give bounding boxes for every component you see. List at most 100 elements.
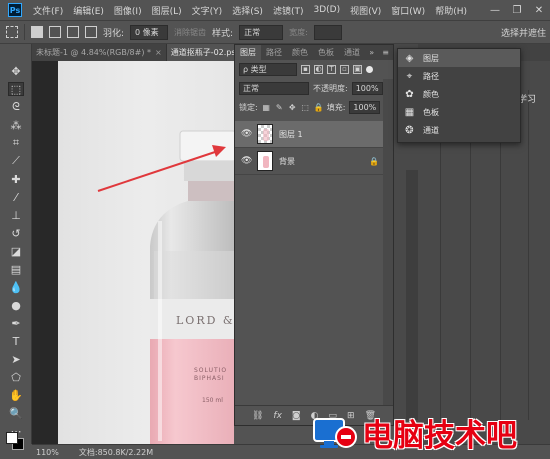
lock-transparency-icon[interactable]: ▦: [262, 103, 271, 112]
shape-tool-icon[interactable]: ⬠: [8, 370, 24, 384]
close-icon[interactable]: ×: [155, 48, 162, 57]
menu-help[interactable]: 帮助(H): [430, 4, 472, 17]
divider: [24, 24, 25, 40]
lock-label: 锁定:: [239, 103, 258, 112]
blur-tool-icon[interactable]: 💧: [8, 280, 24, 294]
fill-input[interactable]: 100%: [349, 101, 381, 114]
width-input[interactable]: [313, 24, 342, 40]
fx-icon[interactable]: fx: [273, 411, 282, 421]
canvas-area[interactable]: LORD & B SOLUTIO BIPHASI 150 ml: [32, 61, 234, 444]
zoom-tool-icon[interactable]: 🔍: [8, 406, 24, 420]
channels-icon: ❂: [405, 124, 414, 136]
menu-view[interactable]: 视图(V): [345, 4, 386, 17]
healing-brush-tool-icon[interactable]: ✚: [8, 172, 24, 186]
panel-tabs: 图层 路径 颜色 色板 通道 » ≡: [235, 45, 393, 60]
menu-filter[interactable]: 滤镜(T): [268, 4, 309, 17]
select-mask-button[interactable]: 选择并遮住: [501, 26, 546, 39]
visibility-eye-icon[interactable]: 👁: [241, 156, 252, 166]
filter-kind-select[interactable]: ρ 类型: [239, 63, 297, 76]
opacity-input[interactable]: 100%: [351, 82, 383, 95]
tab-color[interactable]: 颜色: [287, 47, 313, 58]
layers-scrollbar[interactable]: [383, 79, 393, 405]
tab-layers[interactable]: 图层: [235, 45, 261, 60]
minimize-button[interactable]: —: [484, 0, 506, 20]
marquee-preset-icon[interactable]: [6, 26, 18, 38]
lasso-tool-icon[interactable]: ᘓ: [8, 100, 24, 114]
new-selection-icon[interactable]: [31, 26, 43, 38]
dodge-tool-icon[interactable]: ●: [8, 298, 24, 312]
lock-all-icon[interactable]: 🔒: [314, 103, 324, 112]
clone-stamp-tool-icon[interactable]: ⊥: [8, 208, 24, 222]
layer-row[interactable]: 👁 图层 1: [235, 121, 393, 148]
menu-image[interactable]: 图像(I): [109, 4, 147, 17]
history-brush-tool-icon[interactable]: ↺: [8, 226, 24, 240]
magic-wand-tool-icon[interactable]: ⁂: [8, 118, 24, 132]
move-tool-icon[interactable]: ✥: [8, 64, 24, 78]
path-selection-tool-icon[interactable]: ➤: [8, 352, 24, 366]
mask-icon[interactable]: ◙: [292, 411, 301, 421]
filter-toggle-icon[interactable]: [366, 66, 373, 73]
filter-pixel-icon[interactable]: ▪: [301, 65, 310, 74]
filter-shape-icon[interactable]: ▫: [340, 65, 349, 74]
hand-tool-icon[interactable]: ✋: [8, 388, 24, 402]
marquee-tool-icon[interactable]: ⬚: [8, 82, 24, 96]
filter-smart-object-icon[interactable]: ▣: [353, 65, 362, 74]
menu-edit[interactable]: 编辑(E): [68, 4, 109, 17]
lock-artboard-icon[interactable]: ⬚: [301, 103, 310, 112]
crop-tool-icon[interactable]: ⌗: [8, 136, 24, 150]
lock-pixels-icon[interactable]: ✎: [275, 103, 284, 112]
menu-file[interactable]: 文件(F): [28, 4, 68, 17]
style-select[interactable]: 正常: [239, 24, 284, 40]
close-button[interactable]: ✕: [528, 0, 550, 20]
filter-adjustment-icon[interactable]: ◐: [314, 65, 323, 74]
menu-type[interactable]: 文字(Y): [187, 4, 228, 17]
menu-window[interactable]: 窗口(W): [386, 4, 430, 17]
brush-tool-icon[interactable]: ⁄: [8, 190, 24, 204]
eraser-tool-icon[interactable]: ◪: [8, 244, 24, 258]
menu-item-paths[interactable]: ⌖ 路径: [398, 67, 520, 85]
antialias-checkbox[interactable]: 消除锯齿: [174, 27, 206, 38]
feather-input[interactable]: 0 像素: [130, 24, 169, 40]
intersect-selection-icon[interactable]: [85, 26, 97, 38]
menu-item-color[interactable]: ✿ 颜色: [398, 85, 520, 103]
right-scrollbar[interactable]: [406, 170, 418, 420]
pen-tool-icon[interactable]: ✒: [8, 316, 24, 330]
layer-name[interactable]: 图层 1: [279, 129, 303, 140]
add-selection-icon[interactable]: [49, 26, 61, 38]
menu-item-label: 通道: [423, 125, 439, 135]
doc-tab-untitled[interactable]: 未标题-1 @ 4.84%(RGB/8#) * ×: [32, 44, 167, 61]
eyedropper-tool-icon[interactable]: ⟋: [8, 154, 24, 168]
menu-layer[interactable]: 图层(L): [147, 4, 187, 17]
foreground-color-swatch[interactable]: [6, 432, 18, 444]
visibility-eye-icon[interactable]: 👁: [241, 129, 252, 139]
feather-label: 羽化:: [103, 28, 125, 39]
document-tabs: 未标题-1 @ 4.84%(RGB/8#) * × 通道抠瓶子-02.psd: [32, 44, 246, 61]
paths-icon: ⌖: [406, 70, 413, 82]
lock-position-icon[interactable]: ✥: [288, 103, 297, 112]
type-tool-icon[interactable]: T: [8, 334, 24, 348]
photoshop-logo-icon: Ps: [8, 3, 22, 17]
tab-swatches[interactable]: 色板: [313, 47, 339, 58]
zoom-level[interactable]: 110%: [36, 448, 59, 457]
fill-label: 填充:: [326, 103, 346, 112]
menu-select[interactable]: 选择(S): [227, 4, 268, 17]
menu-item-channels[interactable]: ❂ 通道: [398, 121, 520, 139]
subtract-selection-icon[interactable]: [67, 26, 79, 38]
link-icon[interactable]: ⛓: [252, 411, 263, 421]
panel-menu-icon[interactable]: ≡: [378, 48, 393, 57]
tab-paths[interactable]: 路径: [261, 47, 287, 58]
blend-mode-select[interactable]: 正常: [239, 82, 309, 95]
layer-row[interactable]: 👁 背景 🔒: [235, 148, 393, 175]
restore-button[interactable]: ❐: [506, 0, 528, 20]
filter-type-icon[interactable]: T: [327, 65, 336, 74]
menu-item-swatches[interactable]: ▦ 色板: [398, 103, 520, 121]
menu-3d[interactable]: 3D(D): [308, 5, 345, 15]
layer-name[interactable]: 背景: [279, 156, 295, 167]
menu-item-layers[interactable]: ◈ 图层: [398, 49, 520, 67]
more-tabs-icon[interactable]: »: [365, 48, 378, 57]
doc-tab-label: 未标题-1 @ 4.84%(RGB/8#) *: [36, 48, 151, 57]
lock-row: 锁定: ▦ ✎ ✥ ⬚ 🔒 填充: 100%: [235, 98, 393, 117]
layer-lock-icon: 🔒: [369, 156, 379, 166]
gradient-tool-icon[interactable]: ▤: [8, 262, 24, 276]
tab-channels[interactable]: 通道: [339, 47, 365, 58]
